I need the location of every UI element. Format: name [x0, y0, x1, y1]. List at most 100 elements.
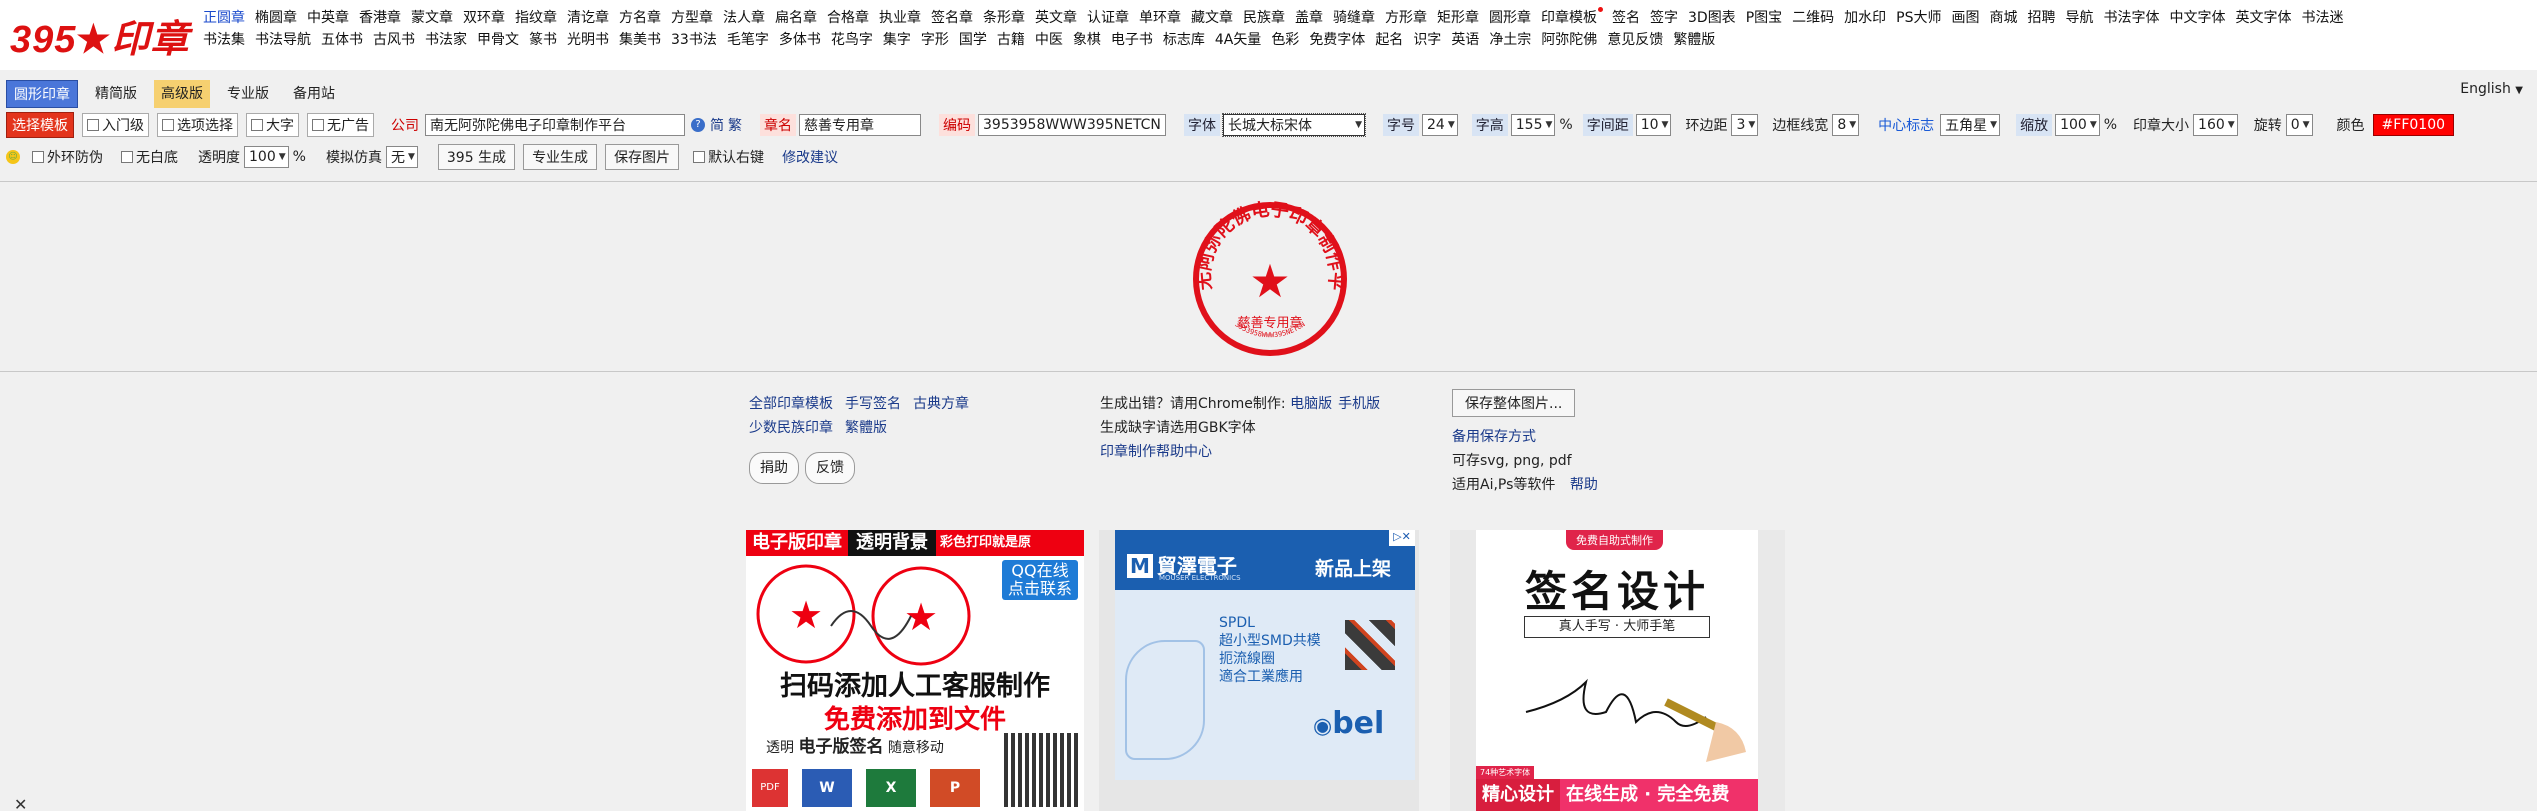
nav-secondary-item-10[interactable]: 毛笔字	[727, 29, 769, 49]
nav-primary-item-39[interactable]: 中文字体	[2169, 7, 2225, 27]
feedback-button[interactable]: 反馈	[805, 452, 855, 484]
nav-primary-item-15[interactable]: 条形章	[983, 7, 1025, 27]
nav-primary-item-34[interactable]: 画图	[1951, 7, 1979, 27]
nav-primary-item-36[interactable]: 招聘	[2027, 7, 2055, 27]
nav-secondary-item-24[interactable]: 起名	[1375, 29, 1403, 49]
nav-secondary-item-27[interactable]: 净土宗	[1489, 29, 1531, 49]
nav-primary-item-12[interactable]: 合格章	[827, 7, 869, 27]
nav-primary-item-29[interactable]: 3D图表	[1688, 7, 1736, 27]
nav-primary-item-30[interactable]: P图宝	[1746, 7, 1782, 27]
nav-secondary-item-19[interactable]: 电子书	[1111, 29, 1153, 49]
nav-secondary-item-15[interactable]: 国学	[959, 29, 987, 49]
nav-primary-item-32[interactable]: 加水印	[1844, 7, 1886, 27]
nav-secondary-item-0[interactable]: 书法集	[203, 29, 245, 49]
smiley-icon[interactable]: ☺	[6, 150, 20, 164]
help-icon[interactable]: ?	[691, 118, 705, 132]
nav-secondary-item-17[interactable]: 中医	[1035, 29, 1063, 49]
rotate-select[interactable]: 0 ▼	[2285, 114, 2313, 136]
nav-primary-item-40[interactable]: 英文字体	[2235, 7, 2291, 27]
nav-primary-item-17[interactable]: 认证章	[1087, 7, 1129, 27]
seal-name-input[interactable]: 慈善专用章	[799, 114, 921, 136]
nav-secondary-item-26[interactable]: 英语	[1451, 29, 1479, 49]
nav-primary-item-11[interactable]: 扁名章	[775, 7, 817, 27]
nav-secondary-item-9[interactable]: 33书法	[671, 29, 717, 49]
nav-secondary-item-2[interactable]: 五体书	[321, 29, 363, 49]
nav-secondary-item-29[interactable]: 意见反馈	[1607, 29, 1663, 49]
nav-primary-item-31[interactable]: 二维码	[1792, 7, 1834, 27]
traditional-version-link[interactable]: 繁體版	[845, 420, 887, 436]
nav-primary-item-5[interactable]: 双环章	[463, 7, 505, 27]
outer-ring-checkbox[interactable]: 外环防伪	[32, 147, 103, 167]
close-icon[interactable]: ✕	[14, 795, 27, 811]
nav-primary-item-26[interactable]: 印章模板	[1541, 7, 1597, 27]
ad-electronic-seal[interactable]: 电子版印章 透明背景 彩色打印就是原 ★ ★ QQ在线 点击联系 扫码添加人工客服…	[746, 530, 1084, 811]
nav-primary-item-41[interactable]: 书法迷	[2301, 7, 2343, 27]
nav-primary-item-25[interactable]: 圆形章	[1489, 7, 1531, 27]
nav-secondary-item-28[interactable]: 阿弥陀佛	[1541, 29, 1597, 49]
simplified-link[interactable]: 简	[710, 115, 724, 135]
nav-primary-item-18[interactable]: 单环章	[1139, 7, 1181, 27]
nav-primary-item-20[interactable]: 民族章	[1243, 7, 1285, 27]
nav-secondary-item-16[interactable]: 古籍	[997, 29, 1025, 49]
nav-primary-item-33[interactable]: PS大师	[1896, 7, 1941, 27]
traditional-link[interactable]: 繁	[728, 115, 742, 135]
qq-contact-badge[interactable]: QQ在线 点击联系	[1001, 560, 1078, 600]
font-select[interactable]: 长城大标宋体 ▼	[1222, 113, 1366, 137]
ethnic-seal-link[interactable]: 少数民族印章	[749, 420, 833, 436]
option-select-checkbox[interactable]: 选项选择	[157, 113, 238, 137]
nav-primary-item-6[interactable]: 指纹章	[515, 7, 557, 27]
nav-primary-item-22[interactable]: 骑缝章	[1333, 7, 1375, 27]
center-mark-select[interactable]: 五角星 ▼	[1940, 114, 2001, 136]
ad-mouser[interactable]: ▷✕ M 貿澤電子 MOUSER ELECTRONICS 新品上架 SPDL 超小…	[1099, 530, 1419, 811]
nav-primary-item-13[interactable]: 执业章	[879, 7, 921, 27]
tab-advanced[interactable]: 高级版	[154, 80, 210, 108]
nav-primary-item-3[interactable]: 香港章	[359, 7, 401, 27]
save-all-image-button[interactable]: 保存整体图片...	[1452, 389, 1576, 417]
nav-secondary-item-18[interactable]: 象棋	[1073, 29, 1101, 49]
height-select[interactable]: 155 ▼	[1510, 114, 1556, 136]
nav-primary-item-35[interactable]: 商城	[1989, 7, 2017, 27]
stamp-size-select[interactable]: 160 ▼	[2193, 114, 2238, 136]
tab-round-seal[interactable]: 圆形印章	[6, 80, 78, 108]
nav-secondary-item-5[interactable]: 甲骨文	[477, 29, 519, 49]
nav-primary-item-8[interactable]: 方名章	[619, 7, 661, 27]
tab-simple[interactable]: 精简版	[88, 80, 144, 108]
nav-secondary-item-6[interactable]: 篆书	[529, 29, 557, 49]
code-input[interactable]: 3953958WWW395NETCN	[978, 114, 1166, 136]
ad-choices-icon[interactable]: ▷✕	[1389, 530, 1415, 546]
nav-primary-item-24[interactable]: 矩形章	[1437, 7, 1479, 27]
nav-secondary-item-8[interactable]: 集美书	[619, 29, 661, 49]
choose-template-button[interactable]: 选择模板	[6, 112, 74, 138]
nav-primary-item-38[interactable]: 书法字体	[2103, 7, 2159, 27]
pro-generate-button[interactable]: 专业生成	[523, 144, 598, 170]
no-white-checkbox[interactable]: 无白底	[121, 147, 178, 167]
nav-secondary-item-14[interactable]: 字形	[921, 29, 949, 49]
nav-secondary-item-1[interactable]: 书法导航	[255, 29, 311, 49]
help-center-link[interactable]: 印章制作帮助中心	[1100, 444, 1212, 460]
nav-secondary-item-4[interactable]: 书法家	[425, 29, 467, 49]
nav-primary-item-2[interactable]: 中英章	[307, 7, 349, 27]
nav-primary-item-23[interactable]: 方形章	[1385, 7, 1427, 27]
big-char-checkbox[interactable]: 大字	[246, 113, 299, 137]
color-picker[interactable]: #FF0100	[2372, 114, 2455, 136]
nav-primary-item-9[interactable]: 方型章	[671, 7, 713, 27]
nav-primary-item-10[interactable]: 法人章	[723, 7, 765, 27]
nav-primary-item-37[interactable]: 导航	[2065, 7, 2093, 27]
nav-primary-item-21[interactable]: 盖章	[1295, 7, 1323, 27]
seal-preview[interactable]: 南无阿弥陀佛电子印章制作平台 ★ 慈善专用章 3953958WWW395NETC…	[1190, 199, 1350, 359]
nav-secondary-item-21[interactable]: 4A矢量	[1215, 29, 1261, 49]
nav-secondary-item-25[interactable]: 识字	[1413, 29, 1441, 49]
mobile-version-link[interactable]: 手机版	[1338, 396, 1380, 412]
nav-secondary-item-23[interactable]: 免费字体	[1309, 29, 1365, 49]
nav-secondary-item-22[interactable]: 色彩	[1271, 29, 1299, 49]
zoom-select[interactable]: 100 ▼	[2055, 114, 2100, 136]
nav-secondary-item-3[interactable]: 古风书	[373, 29, 415, 49]
nav-primary-item-4[interactable]: 蒙文章	[411, 7, 453, 27]
site-logo[interactable]: 395★印章	[10, 8, 190, 63]
simulate-select[interactable]: 无 ▼	[385, 146, 418, 168]
suggestion-link[interactable]: 修改建议	[782, 147, 838, 167]
save-image-button[interactable]: 保存图片	[605, 144, 680, 170]
nav-secondary-item-11[interactable]: 多体书	[779, 29, 821, 49]
ad-signature-design[interactable]: 免费自助式制作 签名设计 真人手写 · 大师手笔 74种艺术字体 精心设计 在线…	[1450, 530, 1785, 811]
handwritten-signature-link[interactable]: 手写签名	[845, 396, 901, 412]
